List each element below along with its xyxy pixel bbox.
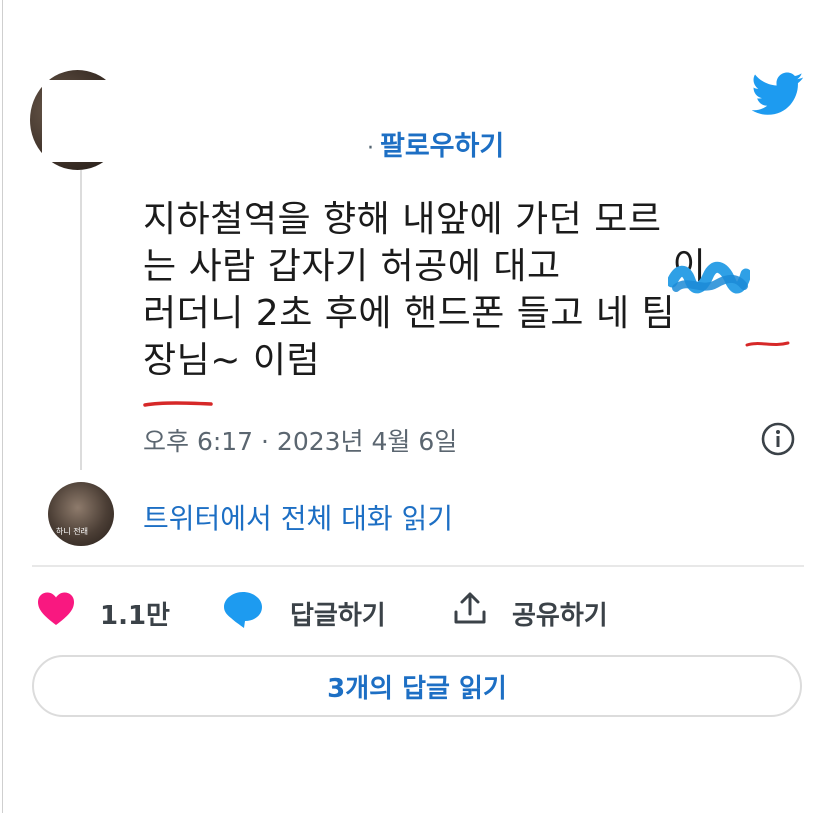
like-count: 1.1만: [100, 601, 170, 631]
divider: [32, 565, 804, 567]
avatar-caption: 하니 전래: [56, 527, 88, 536]
reader-avatar: 하니 전래: [48, 482, 114, 546]
read-replies-button[interactable]: 3개의 답글 읽기: [32, 655, 802, 717]
avatar-redaction: [42, 80, 134, 162]
share-icon[interactable]: [452, 590, 488, 626]
reply-button[interactable]: 답글하기: [290, 595, 386, 632]
red-underline: [143, 401, 213, 407]
censored-word-scribble: [668, 261, 750, 294]
tweet-line-2: 는 사람 갑자기 허공에 대고: [143, 246, 561, 287]
left-border: [2, 0, 3, 813]
share-button[interactable]: 공유하기: [512, 595, 608, 632]
thread-line: [80, 170, 82, 470]
info-icon[interactable]: [760, 421, 796, 457]
red-underline: [745, 341, 790, 347]
separator-dot: ·: [367, 136, 374, 161]
heart-icon[interactable]: [36, 591, 76, 627]
follow-link[interactable]: · 팔로우하기: [367, 124, 504, 163]
follow-label: 팔로우하기: [380, 131, 505, 162]
tweet-line-4: 장님~ 이럼: [143, 340, 321, 381]
read-conversation-link[interactable]: 트위터에서 전체 대화 읽기: [143, 497, 453, 537]
reply-bubble-icon[interactable]: [222, 590, 264, 630]
tweet-timestamp[interactable]: 오후 6:17 · 2023년 4월 6일: [143, 422, 457, 458]
twitter-bird-icon[interactable]: [752, 72, 804, 116]
tweet-line-3: 러더니 2초 후에 핸드폰 들고 네 팀: [143, 293, 676, 334]
tweet-line-1: 지하철역을 향해 내앞에 가던 모르: [143, 199, 662, 240]
